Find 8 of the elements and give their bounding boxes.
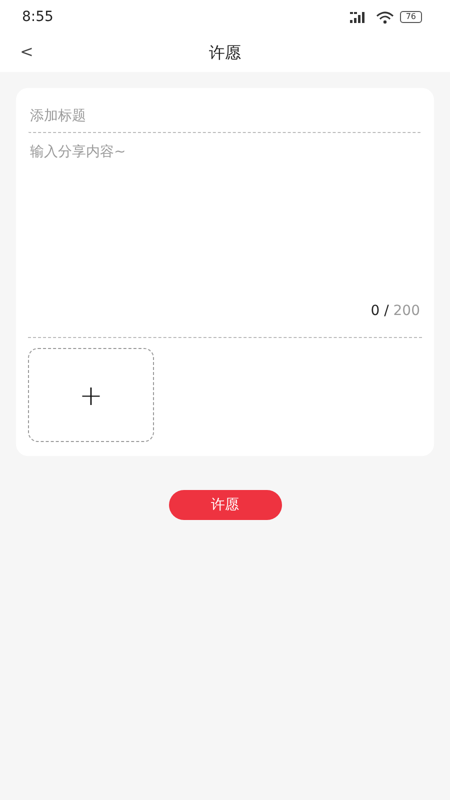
page-title: 许愿 — [209, 42, 241, 64]
submit-button[interactable]: 许愿 — [168, 490, 282, 520]
status-time: 8:55 — [22, 9, 54, 25]
back-button[interactable]: < — [16, 40, 38, 63]
wifi-icon — [376, 10, 394, 24]
battery-indicator: 76 — [400, 11, 422, 23]
add-image-button[interactable]: + — [28, 348, 154, 442]
char-counter: 0 / 200 — [370, 303, 420, 319]
